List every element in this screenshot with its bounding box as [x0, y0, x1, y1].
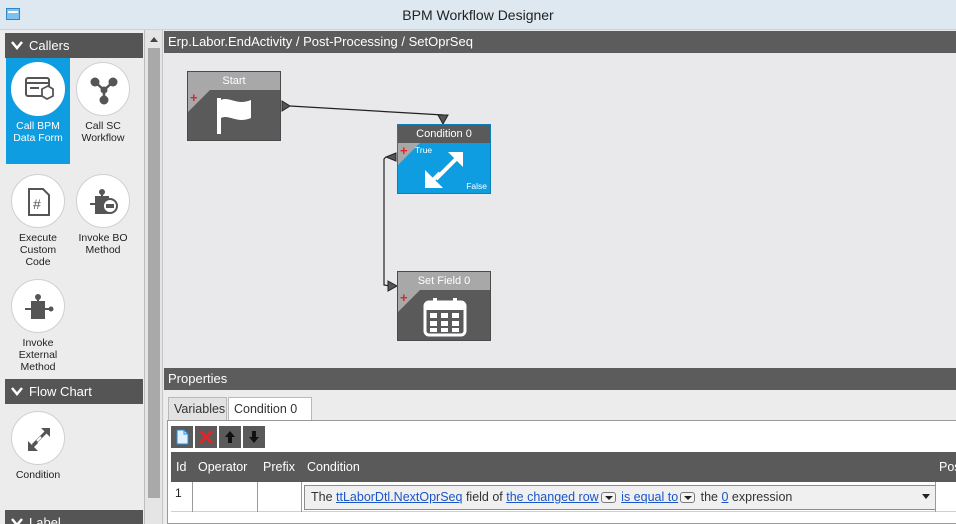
workflow-canvas[interactable]: Start + Condition 0 + True False Set Fie… — [164, 53, 956, 366]
tool-label: Condition — [15, 469, 61, 481]
cell-divider — [192, 482, 193, 512]
tool-label: Invoke External Method — [18, 337, 58, 373]
window-title: BPM Workflow Designer — [402, 7, 554, 23]
tab-variables[interactable]: Variables — [168, 397, 227, 421]
condition-text: the — [697, 490, 722, 504]
column-header-prefix[interactable]: Prefix — [263, 452, 295, 482]
scroll-up-icon[interactable] — [147, 34, 161, 46]
node-title: Start — [188, 72, 280, 90]
scrollbar-thumb[interactable] — [148, 48, 160, 498]
node-body: + — [398, 290, 490, 340]
tool-invoke-external-method[interactable]: Invoke External Method — [6, 275, 70, 375]
calendar-grid-icon — [423, 298, 467, 337]
tool-label: Call BPM Data Form — [13, 120, 63, 144]
tool-label: Call SC Workflow — [81, 120, 125, 144]
operator-link[interactable]: is equal to — [621, 490, 678, 504]
field-link[interactable]: ttLaborDtl.NextOprSeq — [336, 490, 462, 504]
group-header-flow-chart[interactable]: Flow Chart — [5, 379, 143, 404]
node-title: Condition 0 — [398, 125, 490, 143]
condition-tab-panel: Id Operator Prefix Condition Pos 1 The t… — [167, 420, 956, 524]
condition-icon — [28, 427, 51, 451]
properties-header: Properties — [164, 368, 956, 390]
chevron-down-icon[interactable] — [600, 492, 616, 503]
group-label: Label — [29, 515, 61, 524]
column-header-id[interactable]: Id — [176, 452, 186, 482]
cell-divider — [935, 482, 936, 512]
false-branch-label: False — [466, 181, 487, 191]
node-start[interactable]: Start + — [187, 71, 281, 141]
group-label: Callers — [29, 38, 70, 53]
tool-icon-circle — [11, 411, 65, 465]
tool-icon-circle — [11, 279, 65, 333]
tool-icon-circle — [11, 62, 65, 116]
group-header-callers[interactable]: Callers — [5, 33, 143, 58]
node-body: + — [188, 90, 280, 140]
node-body: + True False — [398, 143, 490, 193]
tool-label: Execute Custom Code — [19, 232, 57, 268]
tool-execute-custom-code[interactable]: # Execute Custom Code — [6, 170, 70, 270]
table-row[interactable]: 1 The ttLaborDtl.NextOprSeq field of the… — [171, 482, 956, 512]
tool-call-sc-workflow[interactable]: Call SC Workflow — [71, 58, 135, 164]
chevron-down-icon — [11, 387, 23, 396]
external-method-icon — [25, 294, 54, 319]
condition-text: field of — [462, 490, 507, 504]
add-icon[interactable]: + — [190, 91, 198, 104]
tool-condition[interactable]: Condition — [6, 407, 70, 481]
chevron-down-icon — [11, 41, 23, 50]
tool-call-bpm-data-form[interactable]: Call BPM Data Form — [6, 58, 70, 164]
chevron-down-icon — [11, 518, 23, 524]
form-icon — [25, 77, 54, 101]
group-label: Flow Chart — [29, 384, 92, 399]
group-header-label[interactable]: Label — [5, 510, 143, 524]
bo-method-icon — [90, 189, 118, 214]
column-header-postfix[interactable]: Pos — [939, 452, 956, 482]
node-set-field[interactable]: Set Field 0 + — [397, 271, 491, 341]
conditions-grid-header: Id Operator Prefix Condition Pos — [171, 452, 956, 482]
tool-icon-circle: # — [11, 174, 65, 228]
column-header-condition[interactable]: Condition — [307, 452, 360, 482]
tool-label: Invoke BO Method — [78, 232, 128, 256]
dropdown-arrow-icon[interactable] — [922, 494, 930, 499]
breadcrumb: Erp.Labor.EndActivity / Post-Processing … — [164, 31, 956, 53]
flag-icon — [217, 98, 251, 134]
connection-lines — [281, 100, 449, 292]
cell-divider — [257, 482, 258, 512]
workflow-icon — [90, 77, 118, 105]
row-id: 1 — [175, 486, 182, 500]
condition-icon — [425, 152, 463, 188]
row-link[interactable]: the changed row — [506, 490, 598, 504]
node-condition[interactable]: Condition 0 + True False — [397, 124, 491, 194]
svg-text:#: # — [33, 196, 41, 212]
code-file-icon: # — [28, 188, 50, 216]
delete-icon[interactable] — [195, 426, 217, 448]
toolbox-panel: Callers Call BPM Data Form Call SC Workf… — [0, 30, 145, 524]
tab-condition[interactable]: Condition 0 — [228, 397, 312, 421]
new-icon[interactable] — [171, 426, 193, 448]
condition-text: The — [311, 490, 337, 504]
move-down-icon[interactable] — [243, 426, 265, 448]
toolbox-scrollbar[interactable] — [145, 30, 163, 524]
tool-icon-circle — [76, 62, 130, 116]
move-up-icon[interactable] — [219, 426, 241, 448]
title-bar: BPM Workflow Designer — [0, 0, 956, 30]
bpm-designer-window: BPM Workflow Designer Callers Call BPM D… — [0, 0, 956, 524]
node-title: Set Field 0 — [398, 272, 490, 290]
condition-text: expression — [728, 490, 793, 504]
column-header-operator[interactable]: Operator — [198, 452, 247, 482]
tool-icon-circle — [76, 174, 130, 228]
add-icon[interactable]: + — [400, 291, 408, 304]
add-icon[interactable]: + — [400, 144, 408, 157]
tool-invoke-bo-method[interactable]: Invoke BO Method — [71, 170, 135, 270]
condition-expression-field[interactable]: The ttLaborDtl.NextOprSeq field of the c… — [304, 485, 936, 510]
properties-panel: Variables Condition 0 Id Operator Prefix… — [164, 390, 956, 524]
chevron-down-icon[interactable] — [680, 492, 696, 503]
cell-divider — [301, 482, 302, 512]
